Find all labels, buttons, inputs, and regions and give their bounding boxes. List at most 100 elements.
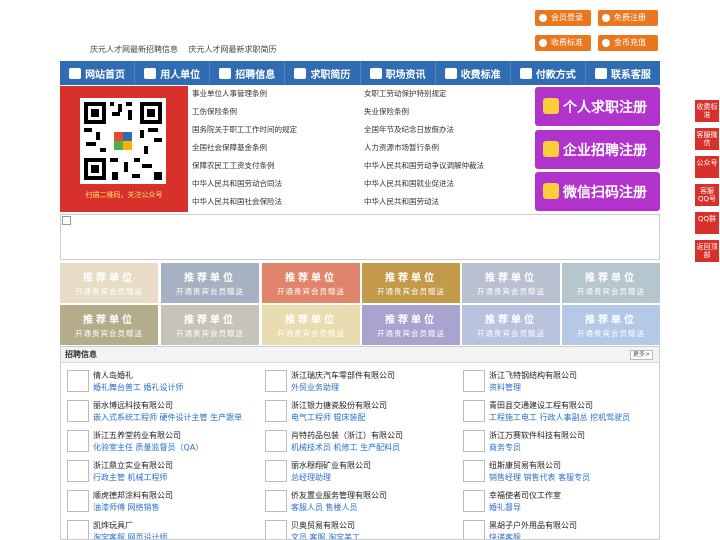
recommend-tile[interactable]: 推荐单位 开通贵宾会员赠送: [362, 305, 460, 345]
policy-link[interactable]: 事业单位人事管理条例: [192, 88, 267, 99]
coin-icon: [602, 39, 610, 47]
company-logo: [67, 490, 89, 512]
policy-link[interactable]: 中华人民共和国社会保险法: [192, 196, 282, 207]
recommend-tile[interactable]: 推荐单位 开通贵宾会员赠送: [60, 263, 158, 303]
page: 会员登录 免费注册 收费标准 金币充值 庆元人才网最新招聘信息 庆元人才网最新求…: [0, 0, 720, 540]
resume-icon: [294, 67, 307, 79]
nav-payment[interactable]: 付款方式: [511, 61, 586, 85]
home-icon: [69, 67, 82, 79]
job-item[interactable]: 浙江银力搪瓷股份有限公司 电气工程师 辊床装配: [261, 398, 456, 426]
recommend-tile[interactable]: 推荐单位 开通贵宾会员赠送: [562, 263, 660, 303]
news-icon: [369, 67, 382, 79]
recommend-tile[interactable]: 推荐单位 开通贵宾会员赠送: [161, 263, 259, 303]
qr-panel: 扫描二维码，关注公众号: [60, 86, 188, 212]
job-item[interactable]: 黑胡子户外用品有限公司 快递客服: [459, 518, 654, 539]
nav-resumes[interactable]: 求职简历: [285, 61, 361, 85]
recommend-tile[interactable]: 推荐单位 开通贵宾会员赠送: [562, 305, 660, 345]
job-item[interactable]: 浙江鼎立实业有限公司 行政主管 机械工程师: [63, 458, 258, 486]
side-tab-service-wechat[interactable]: 客服微信: [695, 128, 719, 150]
nav-home[interactable]: 网站首页: [60, 61, 136, 85]
job-item[interactable]: 倩人岛婚礼 婚礼舞台普工 婚礼设计师: [63, 368, 258, 396]
job-item[interactable]: 浙江万赛软件科技有限公司 商务专员: [459, 428, 654, 456]
top-links: 庆元人才网最新招聘信息 庆元人才网最新求职简历: [90, 44, 285, 55]
side-tab-official-account[interactable]: 公众号: [695, 156, 719, 178]
personal-register-button[interactable]: 个人求职注册: [535, 87, 660, 126]
job-item[interactable]: 丽水穆翔矿业有限公司 总经理助理: [261, 458, 456, 486]
company-logo: [265, 370, 287, 392]
latest-jobs-link[interactable]: 庆元人才网最新招聘信息: [90, 45, 178, 54]
recommend-tile[interactable]: 推荐单位 开通贵宾会员赠送: [262, 263, 360, 303]
qr-code: [80, 98, 166, 184]
job-item[interactable]: 顺虎德邦涂料有限公司 油漆师傅 网络销售: [63, 488, 258, 516]
company-logo: [265, 400, 287, 422]
job-item[interactable]: 浙江瑞庆汽车零部件有限公司 外贸业务助理: [261, 368, 456, 396]
company-logo: [67, 400, 89, 422]
job-item[interactable]: 侨友置业服务管理有限公司 客服人员 售楼人员: [261, 488, 456, 516]
banner-image[interactable]: [60, 214, 660, 260]
policy-link[interactable]: 失业保险条例: [364, 106, 409, 117]
company-logo: [265, 460, 287, 482]
job-item[interactable]: 凯烨玩具厂 淘宝客服 网页设计师: [63, 518, 258, 539]
wechat-register-button[interactable]: 微信扫码注册: [535, 172, 660, 211]
recommend-tile[interactable]: 推荐单位 开通贵宾会员赠送: [462, 305, 560, 345]
payment-icon: [519, 67, 532, 79]
company-logo: [67, 460, 89, 482]
nav-jobs[interactable]: 招聘信息: [210, 61, 286, 85]
job-item[interactable]: 青田县交通建设工程有限公司 工程施工电工 行政人事副总 挖机驾驶员: [459, 398, 654, 426]
jobs-panel: 招聘信息 更多> 倩人岛婚礼 婚礼舞台普工 婚礼设计师 浙江瑞庆汽车零部件有限公司外…: [60, 346, 660, 540]
nav-contact[interactable]: 联系客服: [586, 61, 660, 85]
nav-news[interactable]: 职场资讯: [361, 61, 436, 85]
policy-link[interactable]: 工伤保险条例: [192, 106, 237, 117]
jobs-title: 招聘信息: [65, 350, 97, 359]
recommend-tile[interactable]: 推荐单位 开通贵宾会员赠送: [60, 305, 158, 345]
recommend-tile[interactable]: 推荐单位 开通贵宾会员赠送: [161, 305, 259, 345]
side-tab-service-qq[interactable]: 客服QQ号: [695, 184, 719, 206]
policy-link[interactable]: 全国社会保障基金条例: [192, 142, 267, 153]
chat-icon: [219, 67, 232, 79]
company-logo: [463, 400, 485, 422]
latest-resumes-link[interactable]: 庆元人才网最新求职简历: [189, 45, 277, 54]
company-register-button[interactable]: 企业招聘注册: [535, 130, 660, 169]
job-item[interactable]: 浙江五养堂药业有限公司 化验室主任 质量监督员（QA）: [63, 428, 258, 456]
jobs-header: 招聘信息 更多>: [61, 347, 659, 363]
fee-standard-button[interactable]: 收费标准: [535, 35, 591, 51]
policy-link[interactable]: 保障农民工工资支付条例: [192, 160, 275, 171]
policy-link[interactable]: 女职工劳动保护特别规定: [364, 88, 447, 99]
recommend-tile[interactable]: 推荐单位 开通贵宾会员赠送: [262, 305, 360, 345]
recommend-tile[interactable]: 推荐单位 开通贵宾会员赠送: [362, 263, 460, 303]
policy-link[interactable]: 人力资源市场暂行条例: [364, 142, 439, 153]
fee-icon: [444, 67, 457, 79]
wechat-icon: [543, 183, 559, 199]
company-logo: [67, 430, 89, 452]
user-add-icon: [602, 14, 610, 22]
policy-link[interactable]: 中华人民共和国劳动争议调解仲裁法: [364, 160, 484, 171]
side-tab-qq-group[interactable]: QQ群: [695, 212, 719, 234]
company-logo: [67, 520, 89, 539]
company-logo: [265, 490, 287, 512]
job-item[interactable]: 丽水博远科技有限公司 嵌入式系统工程师 硬件设计主管 生产跟单: [63, 398, 258, 426]
main-nav: 网站首页 用人单位 招聘信息 求职简历 职场资讯 收费标准 付款方式 联系客服: [60, 61, 660, 85]
phone-icon: [594, 67, 607, 79]
company-logo: [67, 370, 89, 392]
side-tab-back-to-top[interactable]: 返回顶部: [695, 240, 719, 262]
job-item[interactable]: 贝奥贸易有限公司 文员 客服 淘宝美工: [261, 518, 456, 539]
more-link[interactable]: 更多>: [629, 350, 653, 360]
policy-link[interactable]: 全国年节及纪念日放假办法: [364, 124, 454, 135]
member-login-button[interactable]: 会员登录: [535, 10, 591, 26]
coin-recharge-button[interactable]: 金币充值: [598, 35, 658, 51]
free-register-button[interactable]: 免费注册: [598, 10, 658, 26]
job-item[interactable]: 纽斯康贸易有限公司 销售经理 销售代表 客服专员: [459, 458, 654, 486]
nav-employers[interactable]: 用人单位: [135, 61, 211, 85]
policy-link[interactable]: 中华人民共和国就业促进法: [364, 178, 454, 189]
nav-fees[interactable]: 收费标准: [436, 61, 511, 85]
user-icon: [539, 14, 547, 22]
company-logo: [463, 460, 485, 482]
job-item[interactable]: 幸福使者司仪工作室 婚礼督导: [459, 488, 654, 516]
job-item[interactable]: 浙江飞特钢结构有限公司 资料管理: [459, 368, 654, 396]
policy-link[interactable]: 中华人民共和国劳动法: [364, 196, 439, 207]
policy-link[interactable]: 中华人民共和国劳动合同法: [192, 178, 282, 189]
policy-link[interactable]: 国务院关于职工工作时间的规定: [192, 124, 297, 135]
recommend-tile[interactable]: 推荐单位 开通贵宾会员赠送: [462, 263, 560, 303]
side-tab-fees[interactable]: 收费标准: [695, 100, 719, 122]
job-item[interactable]: 肖特药品包装（浙江）有限公司 机械技术员 机修工 生产配料员: [261, 428, 456, 456]
